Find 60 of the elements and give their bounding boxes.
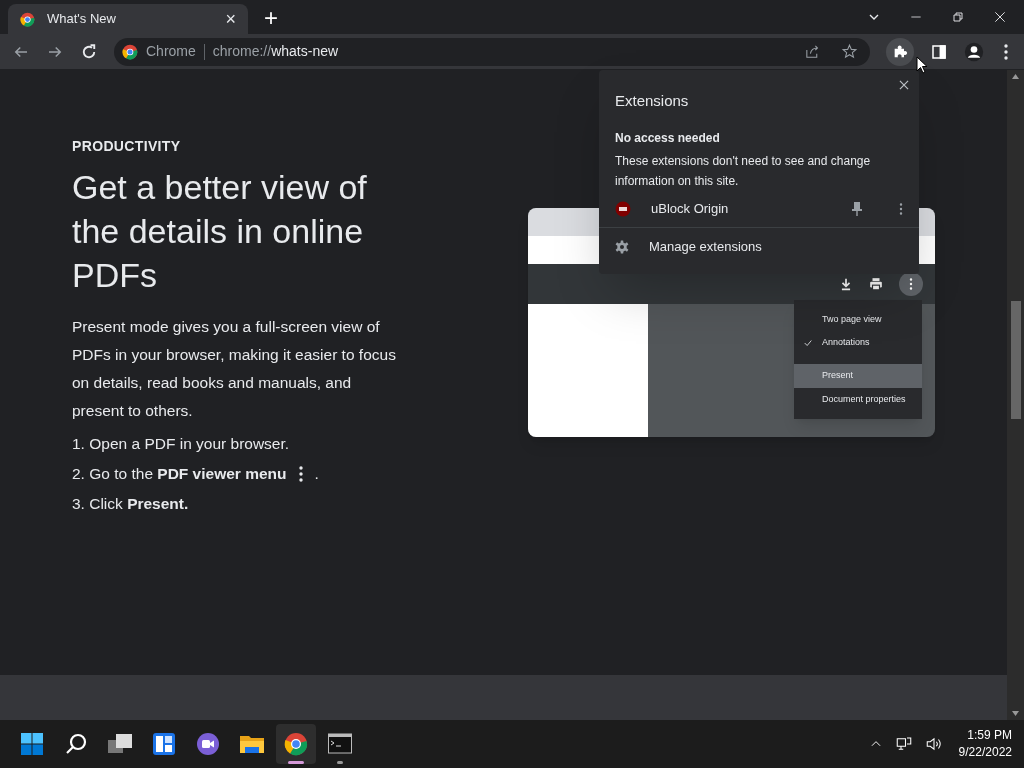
chrome-logo-icon bbox=[20, 11, 35, 27]
network-icon[interactable] bbox=[894, 735, 913, 753]
terminal-icon[interactable] bbox=[328, 733, 352, 755]
running-indicator bbox=[288, 761, 304, 764]
site-label: Chrome bbox=[146, 42, 196, 61]
restore-icon[interactable] bbox=[950, 9, 966, 25]
side-panel-icon[interactable] bbox=[930, 42, 948, 61]
new-tab-button[interactable]: + bbox=[264, 6, 278, 30]
step-text: 3. Click Present. bbox=[72, 494, 189, 515]
reload-icon[interactable] bbox=[80, 42, 98, 61]
manage-extensions-item[interactable]: Manage extensions bbox=[599, 227, 919, 266]
tab-title: What's New bbox=[47, 10, 117, 29]
mouse-pointer-icon bbox=[916, 56, 928, 74]
section-title: No access needed bbox=[614, 129, 721, 147]
tab-close-button[interactable]: × bbox=[225, 10, 236, 28]
section-description: These extensions don't need to see and change information on this site. bbox=[614, 152, 872, 190]
step-text: 1. Open a PDF in your browser. bbox=[72, 434, 290, 455]
extension-row[interactable]: uBlock Origin bbox=[599, 190, 919, 227]
extensions-button[interactable] bbox=[886, 37, 914, 66]
address-bar[interactable]: Chrome chrome://whats-new bbox=[114, 37, 870, 66]
pin-icon[interactable] bbox=[851, 201, 863, 216]
browser-tab[interactable]: What's New × bbox=[8, 4, 248, 34]
taskbar-app[interactable] bbox=[276, 724, 316, 764]
puzzle-icon bbox=[892, 43, 908, 60]
category-label: PRODUCTIVITY bbox=[72, 137, 182, 156]
extension-name: uBlock Origin bbox=[651, 199, 730, 218]
body-paragraph: Present mode gives you a full-screen view of PDFs in your browser, making it easier to focus on details, read books and manuals, and present to others. bbox=[72, 317, 396, 421]
step-period: . bbox=[314, 464, 319, 485]
more-icon[interactable] bbox=[899, 202, 903, 215]
menu-icon[interactable] bbox=[1004, 43, 1008, 60]
check-icon bbox=[803, 337, 813, 348]
url-text: chrome://whats-new bbox=[212, 42, 339, 61]
scroll-down-arrow-icon[interactable] bbox=[1012, 711, 1019, 716]
profile-icon[interactable] bbox=[964, 41, 984, 62]
volume-icon[interactable] bbox=[924, 735, 943, 753]
task-view-icon[interactable] bbox=[107, 733, 133, 755]
search-icon[interactable] bbox=[64, 732, 88, 756]
popup-title: Extensions bbox=[615, 91, 689, 111]
chrome-logo-icon bbox=[284, 732, 308, 756]
chrome-logo-icon bbox=[122, 43, 138, 60]
running-indicator bbox=[337, 761, 343, 764]
widgets-icon[interactable] bbox=[152, 732, 176, 756]
download-icon bbox=[839, 277, 853, 291]
clock-time[interactable]: 1:59 PM bbox=[967, 727, 1012, 744]
gear-icon bbox=[615, 239, 629, 254]
clock-date[interactable]: 9/22/2022 bbox=[958, 744, 1012, 761]
scrollbar-thumb[interactable] bbox=[1010, 301, 1021, 419]
share-icon[interactable] bbox=[804, 43, 821, 60]
windows-logo-icon[interactable] bbox=[20, 732, 44, 756]
bookmark-star-icon[interactable] bbox=[841, 43, 858, 60]
shield-logo-icon bbox=[615, 200, 631, 217]
scroll-up-arrow-icon[interactable] bbox=[1012, 74, 1019, 79]
print-icon bbox=[869, 277, 883, 291]
step-text: 2. Go to the PDF viewer menu bbox=[72, 464, 287, 485]
video-chat-icon[interactable] bbox=[196, 732, 220, 756]
close-icon[interactable] bbox=[992, 9, 1008, 25]
headline: Get a better view of the details in online PDFs bbox=[72, 167, 368, 296]
scrollbar-track[interactable] bbox=[1007, 70, 1024, 720]
close-icon[interactable] bbox=[897, 78, 911, 92]
kebab-icon[interactable] bbox=[909, 278, 913, 290]
